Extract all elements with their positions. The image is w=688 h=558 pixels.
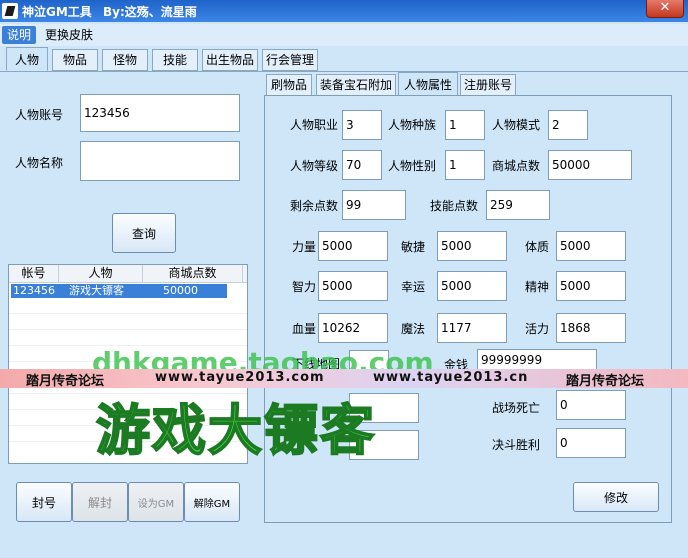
dexterity-label: 敏捷 — [401, 240, 426, 254]
hp-label: 血量 — [292, 322, 317, 336]
race-label: 人物种族 — [388, 118, 437, 132]
name-label: 人物名称 — [15, 156, 64, 170]
vitality-input[interactable]: 1868 — [556, 313, 626, 343]
table-row[interactable]: 123456 游戏大镖客 50000 — [11, 284, 227, 298]
window-title: 神泣GM工具 — [22, 5, 92, 19]
banner-url-com: www.tayue2013.com — [155, 370, 325, 385]
menu-item-help[interactable]: 说明 — [2, 26, 37, 44]
subtab-spawn-items[interactable]: 刷物品 — [266, 74, 312, 96]
remaining-points-label: 剩余点数 — [290, 199, 339, 213]
subtab-character-attributes[interactable]: 人物属性 — [398, 72, 458, 96]
account-label: 人物账号 — [15, 108, 64, 122]
hp-input[interactable]: 10262 — [318, 313, 388, 343]
menu-bar: 说明 更换皮肤 — [0, 24, 688, 46]
query-button[interactable]: 查询 — [112, 213, 176, 253]
banner-url-cn: www.tayue2013.cn — [373, 370, 529, 385]
tab-starting-items[interactable]: 出生物品 — [202, 49, 258, 71]
gold-input[interactable]: 99999999 — [477, 349, 597, 371]
column-header-account[interactable]: 帐号 — [9, 265, 59, 283]
tab-monsters[interactable]: 怪物 — [102, 49, 148, 71]
row-account: 123456 — [13, 284, 55, 297]
gender-input[interactable]: 1 — [445, 150, 485, 180]
race-input[interactable]: 1 — [445, 110, 485, 140]
watermark-logo: 游戏大镖客 — [95, 398, 376, 463]
duel-win-input[interactable]: 0 — [556, 428, 626, 458]
tab-panel-border — [0, 71, 688, 72]
skill-points-input[interactable]: 259 — [486, 190, 550, 220]
mode-label: 人物模式 — [492, 118, 541, 132]
column-header-character[interactable]: 人物 — [59, 265, 143, 283]
list-header: 帐号 人物 商城点数 — [9, 265, 247, 283]
luck-label: 幸运 — [401, 280, 426, 294]
duel-win-label: 决斗胜利 — [492, 438, 541, 452]
column-header-mall-points[interactable]: 商城点数 — [143, 265, 243, 283]
skill-points-label: 技能点数 — [430, 199, 479, 213]
close-button[interactable]: ✕ — [646, 0, 684, 18]
row-mall-points: 50000 — [163, 284, 198, 297]
constitution-label: 体质 — [525, 240, 550, 254]
dexterity-input[interactable]: 5000 — [437, 231, 507, 261]
level-label: 人物等级 — [290, 159, 339, 173]
intelligence-input[interactable]: 5000 — [318, 271, 388, 301]
constitution-input[interactable]: 5000 — [556, 231, 626, 261]
battle-death-label: 战场死亡 — [492, 401, 541, 415]
account-input[interactable]: 123456 — [80, 94, 240, 132]
banner-forum-right: 踏月传奇论坛 — [566, 374, 645, 389]
name-input[interactable] — [80, 141, 240, 181]
level-input[interactable]: 70 — [342, 150, 382, 180]
set-gm-button[interactable]: 设为GM — [128, 482, 184, 522]
window-author: By:这殇、流星雨 — [103, 5, 197, 19]
app-icon — [2, 3, 18, 19]
subtab-gem-attach[interactable]: 装备宝石附加 — [316, 74, 396, 96]
unban-button[interactable]: 解封 — [72, 482, 128, 522]
spirit-input[interactable]: 5000 — [556, 271, 626, 301]
strength-label: 力量 — [292, 240, 317, 254]
remaining-points-input[interactable]: 99 — [342, 190, 406, 220]
remove-gm-button[interactable]: 解除GM — [184, 482, 240, 522]
mp-label: 魔法 — [401, 322, 426, 336]
intelligence-label: 智力 — [292, 280, 317, 294]
banner-forum-left: 踏月传奇论坛 — [26, 374, 105, 389]
menu-item-skin[interactable]: 更换皮肤 — [40, 26, 98, 44]
grid-line — [9, 329, 247, 330]
tab-items[interactable]: 物品 — [52, 49, 98, 71]
strength-input[interactable]: 5000 — [318, 231, 388, 261]
gender-label: 人物性别 — [388, 159, 437, 173]
title-bar: 神泣GM工具 By:这殇、流星雨 ✕ — [0, 0, 688, 22]
tab-character[interactable]: 人物 — [6, 47, 48, 71]
ban-button[interactable]: 封号 — [16, 482, 72, 522]
grid-line — [9, 313, 247, 314]
mp-input[interactable]: 1177 — [437, 313, 507, 343]
job-label: 人物职业 — [290, 118, 339, 132]
tab-guild-management[interactable]: 行会管理 — [262, 49, 318, 71]
luck-input[interactable]: 5000 — [437, 271, 507, 301]
vitality-label: 活力 — [525, 322, 550, 336]
mall-points-input[interactable]: 50000 — [548, 150, 632, 180]
mode-input[interactable]: 2 — [548, 110, 588, 140]
job-input[interactable]: 3 — [342, 110, 382, 140]
row-character: 游戏大镖客 — [69, 284, 124, 297]
battle-death-input[interactable]: 0 — [556, 390, 626, 420]
modify-button[interactable]: 修改 — [573, 482, 659, 512]
spirit-label: 精神 — [525, 280, 550, 294]
mall-points-label: 商城点数 — [492, 159, 541, 173]
subtab-register-account[interactable]: 注册账号 — [460, 74, 516, 96]
tab-skills[interactable]: 技能 — [152, 49, 198, 71]
